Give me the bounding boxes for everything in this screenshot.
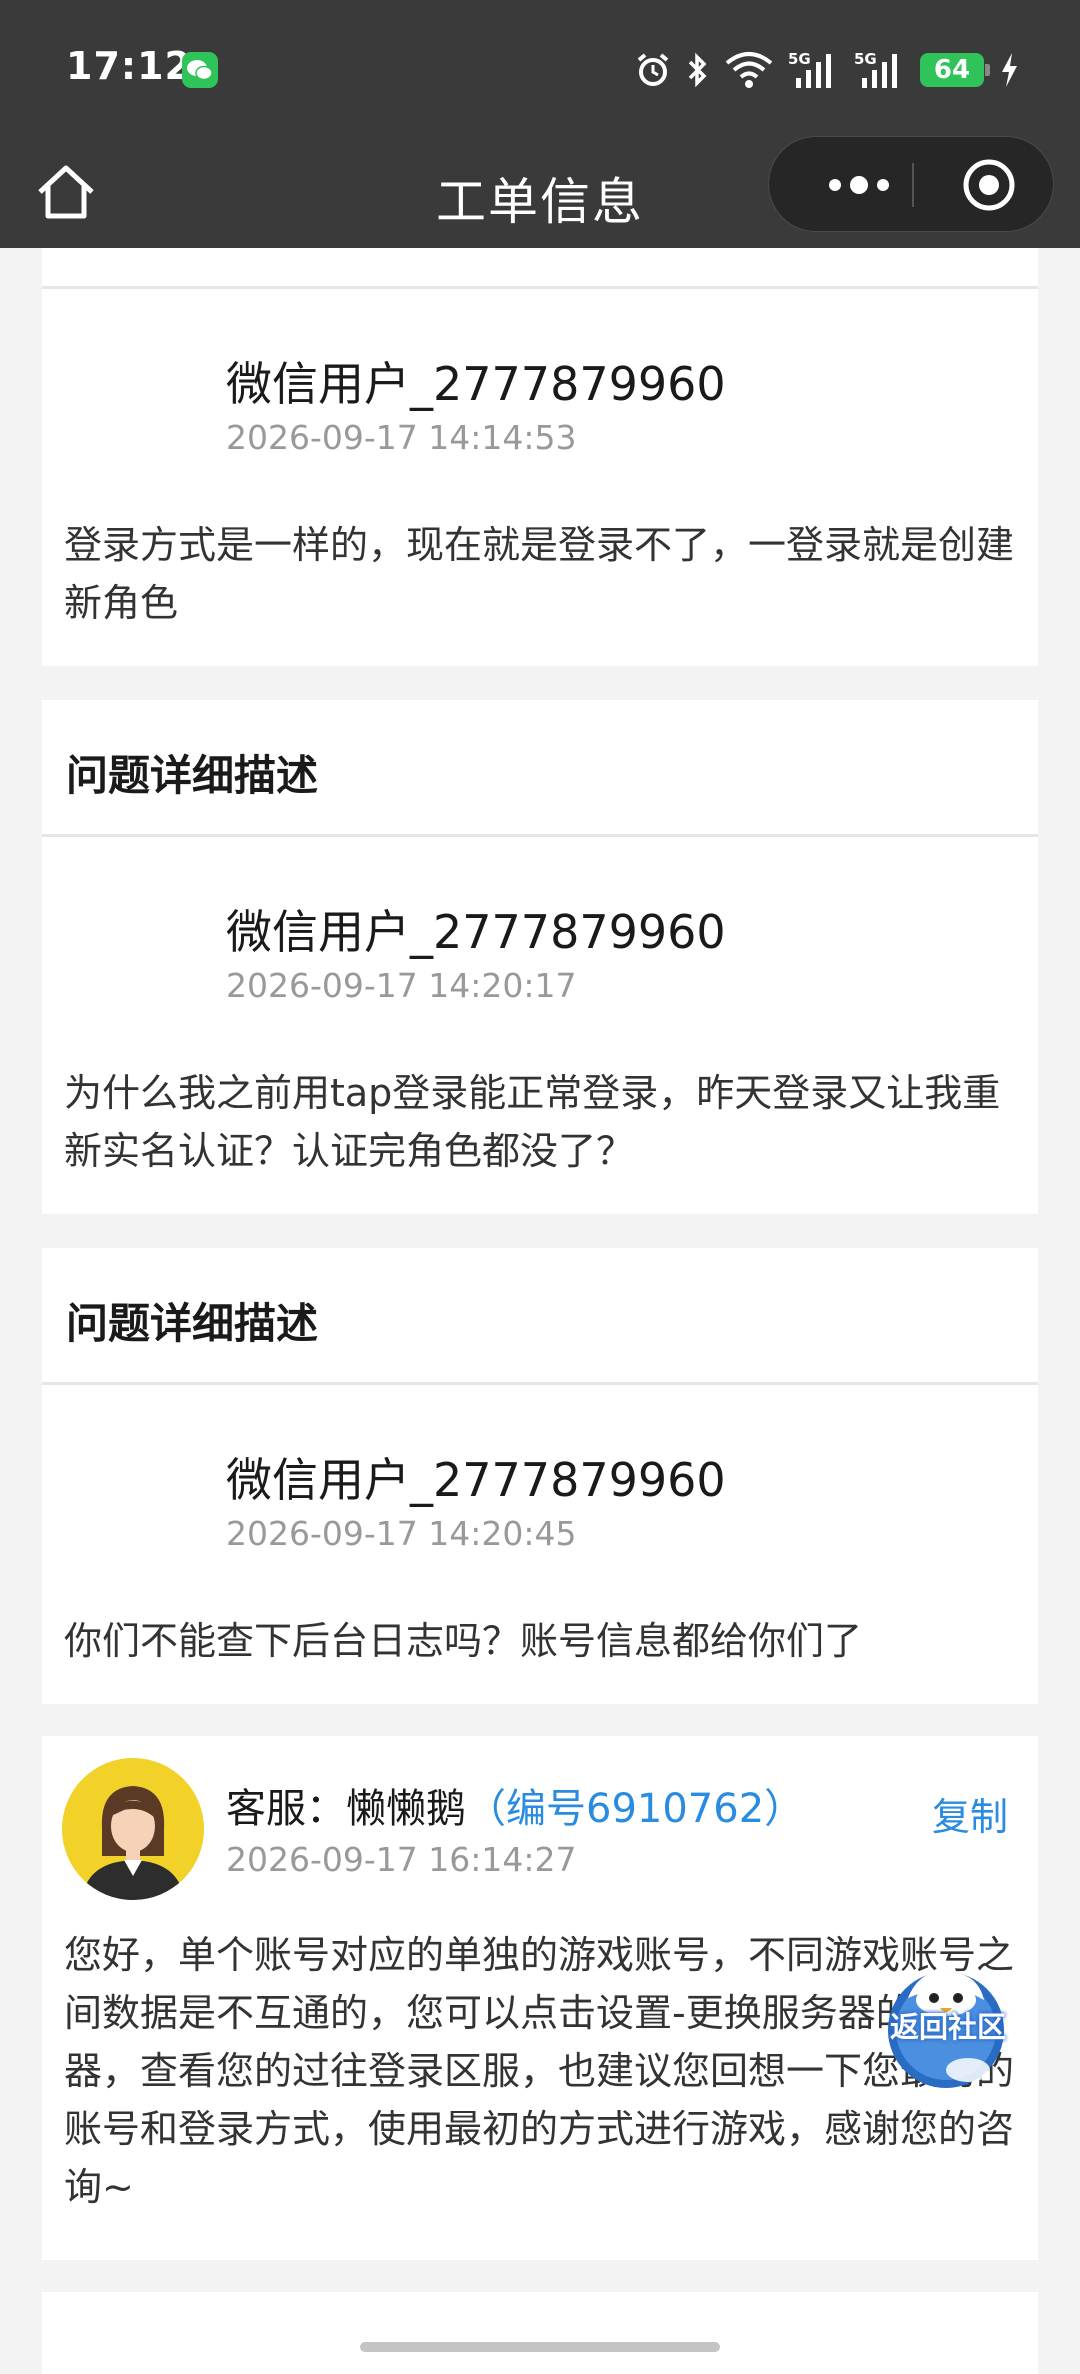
wifi-icon [725, 52, 773, 88]
copy-button[interactable]: 复制 [932, 1786, 1008, 1841]
signal-5g-icon: 5G [788, 50, 831, 88]
agent-id: （编号6910762） [466, 1786, 805, 1832]
timestamp: 2026-09-17 14:20:17 [226, 966, 577, 1005]
signal-5g-icon: 5G [854, 50, 897, 88]
close-button[interactable] [949, 137, 1029, 233]
svg-text:5G: 5G [854, 50, 877, 68]
status-bar: 17:12 5G 5G 64 [0, 0, 1080, 140]
battery-indicator: 64 [920, 53, 990, 87]
close-target-icon [963, 159, 1015, 211]
charging-icon [1002, 53, 1017, 87]
more-icon [829, 176, 889, 194]
ticket-entry-card [42, 2292, 1038, 2374]
status-icons: 5G 5G 64 [634, 48, 1020, 92]
message-text: 登录方式是一样的，现在就是登录不了，一登录就是创建新角色 [64, 523, 1015, 625]
ticket-entry-card: 微信用户_2777879960 2026-09-17 14:14:53 登录方式… [42, 248, 1038, 666]
alarm-icon [637, 53, 669, 86]
username: 微信用户_2777879960 [226, 1453, 726, 1507]
agent-name-line: 客服：懒懒鹅（编号6910762） [226, 1776, 804, 1834]
svg-text:5G: 5G [788, 50, 811, 68]
agent-avatar [62, 1758, 204, 1900]
username: 微信用户_2777879960 [226, 357, 726, 411]
divider [42, 286, 1038, 289]
message-text: 为什么我之前用tap登录能正常登录，昨天登录又让我重新实名认证？认证完角色都没了… [64, 1071, 1001, 1173]
timestamp: 2026-09-17 14:14:53 [226, 418, 577, 457]
bluetooth-icon [688, 52, 707, 88]
ticket-entry-card: 问题详细描述 微信用户_2777879960 2026-09-17 14:20:… [42, 1248, 1038, 1704]
section-title: 问题详细描述 [66, 751, 319, 800]
message-text: 你们不能查下后台日志吗？账号信息都给你们了 [64, 1619, 863, 1663]
username: 微信用户_2777879960 [226, 905, 726, 959]
capsule-divider [912, 163, 914, 207]
wechat-notification-icon [182, 52, 218, 88]
timestamp: 2026-09-17 14:20:45 [226, 1514, 577, 1553]
divider [42, 1382, 1038, 1385]
status-time: 17:12 [66, 44, 192, 88]
ticket-entry-card: 问题详细描述 微信用户_2777879960 2026-09-17 14:20:… [42, 700, 1038, 1214]
more-button[interactable] [809, 137, 909, 233]
timestamp: 2026-09-17 16:14:27 [226, 1840, 577, 1879]
return-community-label: 返回社区 [889, 2010, 1006, 2044]
home-indicator[interactable] [360, 2342, 720, 2352]
divider [42, 834, 1038, 837]
section-title: 问题详细描述 [66, 1299, 319, 1348]
agent-label: 客服：懒懒鹅 [226, 1786, 466, 1832]
mini-program-capsule [768, 136, 1054, 232]
